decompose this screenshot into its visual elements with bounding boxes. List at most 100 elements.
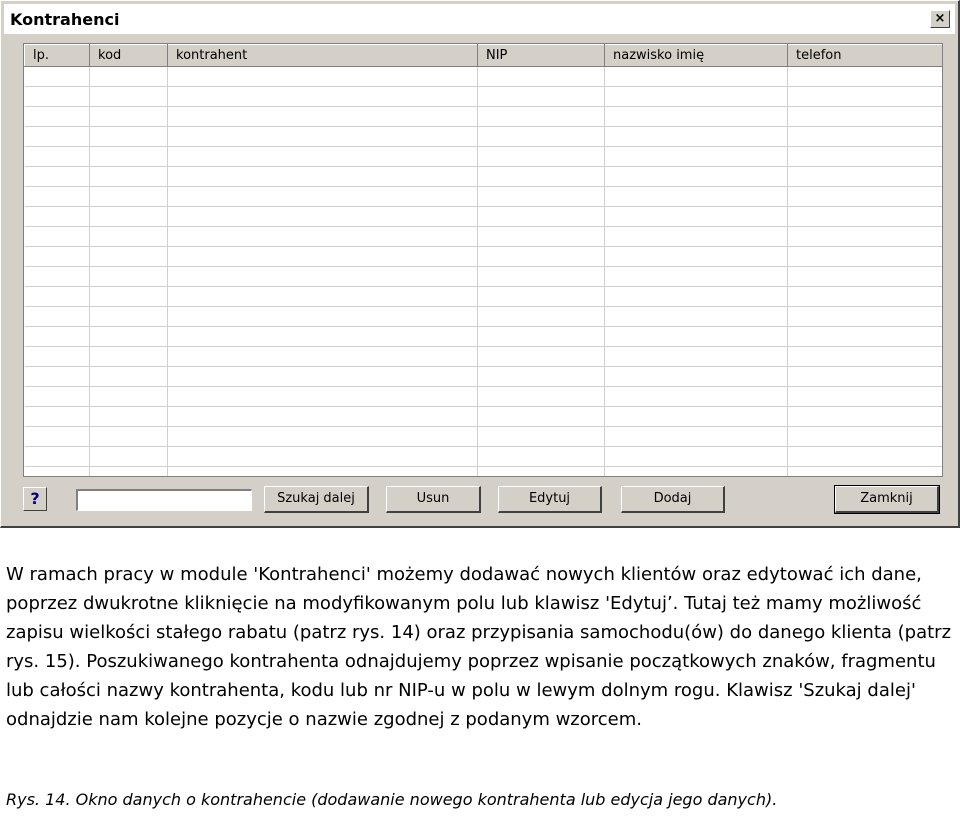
table-cell[interactable] [24,386,90,407]
table-cell[interactable] [787,406,942,427]
table-row[interactable] [24,386,942,407]
table-cell[interactable] [477,246,605,267]
table-cell[interactable] [787,306,942,327]
search-next-button[interactable]: Szukaj dalej [264,486,369,513]
column-header-nip[interactable]: NIP [477,44,605,67]
table-cell[interactable] [604,126,788,147]
table-row[interactable] [24,166,942,187]
contractors-grid[interactable]: lp. kod kontrahent NIP nazwisko imię tel… [23,43,943,477]
table-cell[interactable] [787,246,942,267]
close-button[interactable]: Zamknij [834,485,940,514]
table-cell[interactable] [787,286,942,307]
table-cell[interactable] [787,326,942,347]
table-cell[interactable] [167,246,478,267]
table-cell[interactable] [604,146,788,167]
table-cell[interactable] [477,406,605,427]
table-cell[interactable] [24,166,90,187]
table-row[interactable] [24,326,942,347]
table-cell[interactable] [24,246,90,267]
table-cell[interactable] [24,186,90,207]
table-row[interactable] [24,246,942,267]
table-cell[interactable] [167,146,478,167]
table-row[interactable] [24,366,942,387]
search-input[interactable] [76,489,252,511]
table-row[interactable] [24,226,942,247]
table-row[interactable] [24,86,942,107]
table-cell[interactable] [787,126,942,147]
help-button[interactable]: ? [23,487,47,511]
table-cell[interactable] [604,426,788,447]
table-cell[interactable] [24,226,90,247]
table-cell[interactable] [477,326,605,347]
table-cell[interactable] [604,106,788,127]
table-cell[interactable] [787,66,942,87]
table-row[interactable] [24,446,942,467]
table-cell[interactable] [477,306,605,327]
column-header-lp[interactable]: lp. [24,44,90,67]
table-cell[interactable] [89,426,168,447]
table-cell[interactable] [167,346,478,367]
table-cell[interactable] [604,86,788,107]
table-cell[interactable] [24,266,90,287]
table-cell[interactable] [89,406,168,427]
table-cell[interactable] [89,266,168,287]
table-cell[interactable] [89,386,168,407]
table-cell[interactable] [24,66,90,87]
table-cell[interactable] [167,66,478,87]
table-cell[interactable] [604,66,788,87]
table-cell[interactable] [604,446,788,467]
table-cell[interactable] [167,166,478,187]
table-cell[interactable] [24,346,90,367]
table-cell[interactable] [24,306,90,327]
table-cell[interactable] [604,246,788,267]
table-cell[interactable] [24,206,90,227]
table-cell[interactable] [167,126,478,147]
table-cell[interactable] [167,426,478,447]
table-cell[interactable] [787,426,942,447]
table-cell[interactable] [604,366,788,387]
table-cell[interactable] [477,126,605,147]
table-cell[interactable] [787,366,942,387]
table-cell[interactable] [477,166,605,187]
table-cell[interactable] [89,66,168,87]
table-cell[interactable] [604,166,788,187]
table-cell[interactable] [89,306,168,327]
table-cell[interactable] [604,306,788,327]
table-cell[interactable] [167,386,478,407]
table-cell[interactable] [167,186,478,207]
table-cell[interactable] [89,146,168,167]
table-cell[interactable] [787,266,942,287]
table-cell[interactable] [787,106,942,127]
table-cell[interactable] [89,166,168,187]
table-cell[interactable] [24,286,90,307]
table-cell[interactable] [787,166,942,187]
table-cell[interactable] [24,366,90,387]
table-cell[interactable] [167,326,478,347]
table-cell[interactable] [89,226,168,247]
table-cell[interactable] [477,86,605,107]
table-cell[interactable] [24,106,90,127]
table-cell[interactable] [604,406,788,427]
table-cell[interactable] [604,226,788,247]
delete-button[interactable]: Usun [386,486,481,513]
table-row[interactable] [24,146,942,167]
column-header-nazwisko-imie[interactable]: nazwisko imię [604,44,788,67]
table-cell[interactable] [477,466,605,476]
table-row[interactable] [24,266,942,287]
table-cell[interactable] [477,346,605,367]
table-cell[interactable] [477,186,605,207]
table-cell[interactable] [24,426,90,447]
table-row[interactable] [24,466,942,476]
table-cell[interactable] [89,446,168,467]
table-cell[interactable] [787,446,942,467]
table-cell[interactable] [89,206,168,227]
table-cell[interactable] [787,386,942,407]
table-cell[interactable] [604,266,788,287]
table-cell[interactable] [167,466,478,476]
table-cell[interactable] [167,446,478,467]
table-cell[interactable] [24,326,90,347]
table-cell[interactable] [167,286,478,307]
table-cell[interactable] [477,266,605,287]
table-cell[interactable] [604,286,788,307]
table-cell[interactable] [604,386,788,407]
